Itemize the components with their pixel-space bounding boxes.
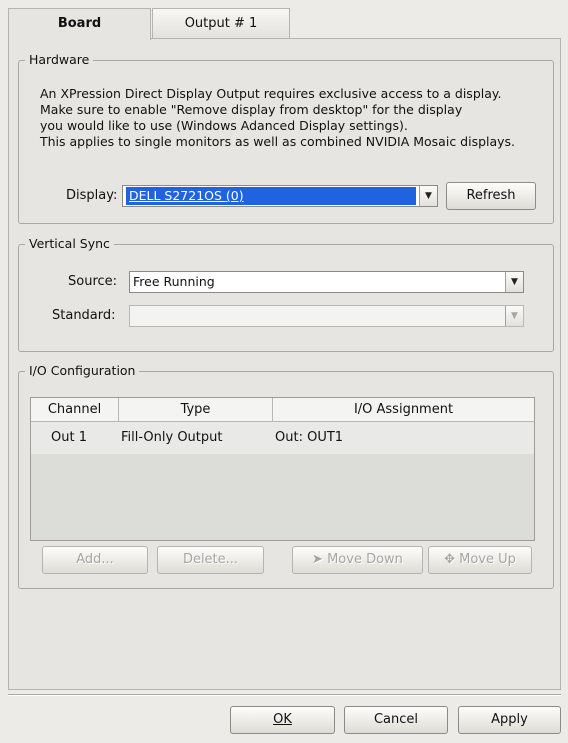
io-table: Channel Type I/O Assignment Out 1 Fill-O… — [30, 397, 535, 541]
add-button[interactable]: Add... — [42, 546, 148, 574]
hardware-line: Make sure to enable "Remove display from… — [40, 102, 463, 117]
standard-label: Standard: — [52, 308, 116, 323]
source-value: Free Running — [133, 274, 215, 289]
cancel-label: Cancel — [373, 712, 419, 727]
cell-channel: Out 1 — [51, 430, 87, 445]
hardware-group-title: Hardware — [25, 52, 94, 67]
vertical-sync-title: Vertical Sync — [25, 236, 114, 251]
chevron-down-icon[interactable]: ▼ — [419, 186, 437, 206]
move-down-icon: ➤ — [312, 552, 323, 567]
hardware-line: you would like to use (Windows Adanced D… — [40, 118, 408, 133]
ok-label: OK — [273, 712, 292, 727]
apply-button[interactable]: Apply — [458, 706, 561, 734]
column-header-io-assignment[interactable]: I/O Assignment — [273, 398, 534, 421]
io-configuration-title: I/O Configuration — [25, 363, 140, 378]
source-select[interactable]: Free Running ▼ — [129, 271, 524, 293]
column-header-type[interactable]: Type — [119, 398, 273, 421]
vertical-sync-group: Vertical Sync — [18, 236, 554, 352]
ok-button[interactable]: OK — [230, 706, 335, 734]
footer-divider — [8, 694, 561, 696]
hardware-line: An XPression Direct Display Output requi… — [40, 86, 502, 101]
move-up-label: Move Up — [459, 552, 516, 567]
tab-output-1[interactable]: Output # 1 — [152, 8, 290, 38]
move-down-button[interactable]: ➤ Move Down — [292, 546, 423, 574]
delete-button[interactable]: Delete... — [157, 546, 264, 574]
hardware-description: An XPression Direct Display Output requi… — [40, 86, 550, 150]
display-label: Display: — [66, 188, 118, 203]
display-select[interactable]: DELL S2721OS (0) ▼ — [122, 185, 438, 207]
display-value: DELL S2721OS (0) — [126, 187, 416, 205]
apply-label: Apply — [491, 712, 528, 727]
standard-select[interactable]: ▼ — [129, 305, 524, 327]
hardware-line: This applies to single monitors as well … — [40, 134, 516, 149]
source-label: Source: — [68, 274, 118, 289]
tab-board[interactable]: Board — [8, 8, 151, 40]
chevron-down-icon[interactable]: ▼ — [505, 272, 523, 292]
cell-type: Fill-Only Output — [121, 430, 223, 445]
io-table-header: Channel Type I/O Assignment — [31, 398, 534, 422]
cell-io-assignment: Out: OUT1 — [275, 430, 344, 445]
column-header-channel[interactable]: Channel — [31, 398, 119, 421]
cancel-button[interactable]: Cancel — [344, 706, 448, 734]
table-row[interactable]: Out 1 Fill-Only Output Out: OUT1 — [31, 422, 534, 454]
refresh-button[interactable]: Refresh — [446, 182, 536, 210]
move-up-button[interactable]: ✥ Move Up — [428, 546, 532, 574]
chevron-down-icon[interactable]: ▼ — [505, 306, 523, 326]
move-down-label: Move Down — [327, 552, 403, 567]
move-up-icon: ✥ — [444, 552, 455, 567]
